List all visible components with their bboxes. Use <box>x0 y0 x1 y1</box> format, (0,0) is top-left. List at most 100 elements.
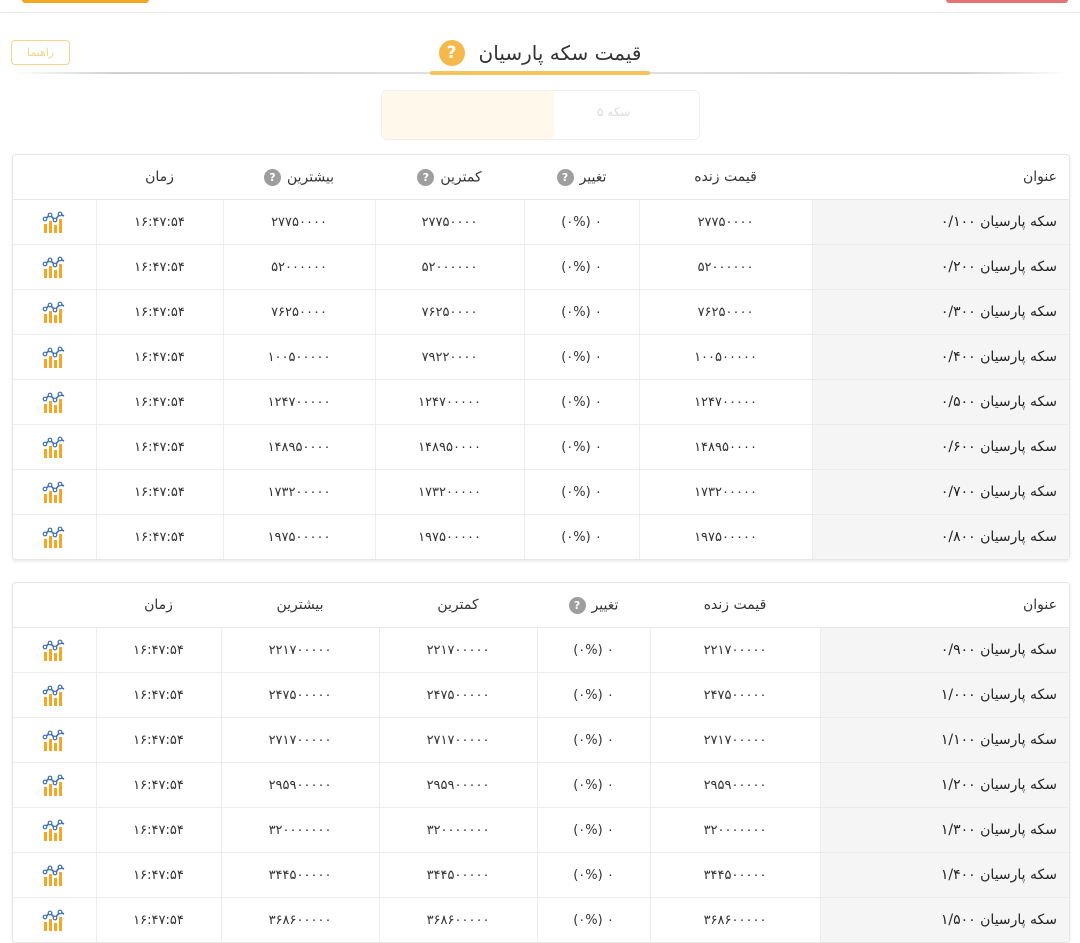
col-header-title: عنوان <box>820 583 1069 628</box>
help-icon[interactable]: ? <box>568 596 586 614</box>
chart-icon[interactable] <box>42 480 66 504</box>
chart-icon[interactable] <box>42 908 66 932</box>
table-row[interactable]: سکه پارسیان ۱/۱۰۰ ۲۷۱۷۰۰۰۰۰ ۰ (۰%) ۲۷۱۷۰۰۰۰… <box>13 717 1069 763</box>
row-time: ۱۶:۴۷:۵۴ <box>95 807 221 853</box>
col-header-max: بیشترین <box>221 583 379 628</box>
chart-icon[interactable] <box>42 728 66 752</box>
col-header-time: زمان <box>96 583 221 628</box>
row-live-price: ۲۹۵۹۰۰۰۰۰ <box>649 762 820 808</box>
chart-icon[interactable] <box>42 683 66 707</box>
row-max: ۲۴۷۵۰۰۰۰۰ <box>220 672 379 718</box>
table-row[interactable]: سکه پارسیان ۱/۴۰۰ ۳۴۴۵۰۰۰۰۰ ۰ (۰%) ۳۴۴۵۰۰۰۰… <box>13 852 1069 898</box>
row-change: ۰ (۰%) <box>536 717 650 763</box>
faded-tab[interactable]: سکه ۵ <box>381 90 700 140</box>
chart-icon[interactable] <box>42 863 66 887</box>
chart-icon[interactable] <box>42 773 66 797</box>
row-time: ۱۶:۴۷:۵۴ <box>95 379 223 425</box>
row-min: ۵۲۰۰۰۰۰۰ <box>374 244 524 290</box>
row-live-price: ۵۲۰۰۰۰۰۰ <box>638 244 812 290</box>
row-max: ۱۹۷۵۰۰۰۰۰ <box>222 514 375 559</box>
row-max: ۲۷۱۷۰۰۰۰۰ <box>220 717 379 763</box>
chart-icon[interactable] <box>42 345 66 369</box>
chart-icon[interactable] <box>42 818 66 842</box>
chart-icon[interactable] <box>42 390 66 414</box>
row-time: ۱۶:۴۷:۵۴ <box>95 199 223 245</box>
row-chart-cell <box>13 334 96 380</box>
row-min: ۲۴۷۵۰۰۰۰۰ <box>378 672 537 718</box>
col-header-chart <box>13 155 96 200</box>
row-time: ۱۶:۴۷:۵۴ <box>95 852 221 898</box>
top-bar <box>0 0 1080 13</box>
chart-icon[interactable] <box>42 525 66 549</box>
chart-icon[interactable] <box>42 435 66 459</box>
row-min: ۲۲۱۷۰۰۰۰۰ <box>378 627 537 673</box>
help-icon[interactable]: ? <box>263 168 281 186</box>
chart-icon[interactable] <box>42 300 66 324</box>
col-header-min: کمترین <box>379 583 537 628</box>
row-max: ۷۶۲۵۰۰۰۰ <box>222 289 375 335</box>
row-time: ۱۶:۴۷:۵۴ <box>95 424 223 470</box>
table-row[interactable]: سکه پارسیان ۱/۳۰۰ ۳۲۰۰۰۰۰۰۰ ۰ (۰%) ۳۲۰۰۰۰۰۰… <box>13 807 1069 853</box>
table-header-row: عنوان قیمت زنده تغییر? کمترین? بیشترین? … <box>13 155 1069 200</box>
row-live-price: ۲۷۷۵۰۰۰۰ <box>638 199 812 245</box>
row-title: سکه پارسیان ۱/۴۰۰ <box>819 852 1069 898</box>
chart-icon[interactable] <box>42 638 66 662</box>
help-icon[interactable]: ? <box>556 168 574 186</box>
help-icon[interactable]: ? <box>438 39 465 66</box>
row-chart-cell <box>13 717 96 763</box>
row-live-price: ۳۴۴۵۰۰۰۰۰ <box>649 852 820 898</box>
table-row[interactable]: سکه پارسیان ۰/۴۰۰ ۱۰۰۵۰۰۰۰۰ ۰ (۰%) ۷۹۲۲۰۰۰۰… <box>13 334 1069 380</box>
row-chart-cell <box>13 244 96 290</box>
row-min: ۱۲۴۷۰۰۰۰۰ <box>374 379 524 425</box>
table-row[interactable]: سکه پارسیان ۱/۲۰۰ ۲۹۵۹۰۰۰۰۰ ۰ (۰%) ۲۹۵۹۰۰۰۰… <box>13 762 1069 808</box>
row-min: ۱۷۳۲۰۰۰۰۰ <box>374 469 524 515</box>
row-change: ۰ (۰%) <box>536 897 650 942</box>
row-max: ۲۹۵۹۰۰۰۰۰ <box>220 762 379 808</box>
col-header-change: تغییر? <box>524 155 639 200</box>
chart-icon[interactable] <box>42 210 66 234</box>
table-row[interactable]: سکه پارسیان ۰/۸۰۰ ۱۹۷۵۰۰۰۰۰ ۰ (۰%) ۱۹۷۵۰۰۰۰… <box>13 514 1069 560</box>
row-live-price: ۱۲۴۷۰۰۰۰۰ <box>638 379 812 425</box>
guide-button[interactable]: راهنما <box>11 40 70 65</box>
table-row[interactable]: سکه پارسیان ۰/۹۰۰ ۲۲۱۷۰۰۰۰۰ ۰ (۰%) ۲۲۱۷۰۰۰۰… <box>13 627 1069 673</box>
row-time: ۱۶:۴۷:۵۴ <box>95 244 223 290</box>
col-header-chart <box>13 583 96 628</box>
row-chart-cell <box>13 424 96 470</box>
help-icon[interactable]: ? <box>417 168 435 186</box>
table-row[interactable]: سکه پارسیان ۰/۷۰۰ ۱۷۳۲۰۰۰۰۰ ۰ (۰%) ۱۷۳۲۰۰۰۰… <box>13 469 1069 515</box>
row-max: ۱۴۸۹۵۰۰۰۰ <box>222 424 375 470</box>
row-time: ۱۶:۴۷:۵۴ <box>95 627 221 673</box>
col-header-min: کمترین? <box>375 155 524 200</box>
row-title: سکه پارسیان ۰/۳۰۰ <box>811 289 1069 335</box>
row-max: ۳۶۸۶۰۰۰۰۰ <box>220 897 379 942</box>
row-live-price: ۲۴۷۵۰۰۰۰۰ <box>649 672 820 718</box>
row-chart-cell <box>13 627 96 673</box>
col-header-title: عنوان <box>812 155 1069 200</box>
top-left-button[interactable] <box>22 0 149 3</box>
table-row[interactable]: سکه پارسیان ۰/۲۰۰ ۵۲۰۰۰۰۰۰ ۰ (۰%) ۵۲۰۰۰۰۰۰ ۵… <box>13 244 1069 290</box>
row-time: ۱۶:۴۷:۵۴ <box>95 469 223 515</box>
row-title: سکه پارسیان ۰/۵۰۰ <box>811 379 1069 425</box>
row-live-price: ۳۶۸۶۰۰۰۰۰ <box>649 897 820 942</box>
table-row[interactable]: سکه پارسیان ۰/۱۰۰ ۲۷۷۵۰۰۰۰ ۰ (۰%) ۲۷۷۵۰۰۰۰ ۲… <box>13 199 1069 245</box>
table-row[interactable]: سکه پارسیان ۰/۳۰۰ ۷۶۲۵۰۰۰۰ ۰ (۰%) ۷۶۲۵۰۰۰۰ ۷… <box>13 289 1069 335</box>
row-change: ۰ (۰%) <box>536 807 650 853</box>
top-right-button[interactable] <box>946 0 1068 3</box>
row-change: ۰ (۰%) <box>536 762 650 808</box>
row-max: ۱۲۴۷۰۰۰۰۰ <box>222 379 375 425</box>
row-change: ۰ (۰%) <box>523 424 639 470</box>
faded-tab-label: سکه ۵ <box>597 105 631 119</box>
table-row[interactable]: سکه پارسیان ۱/۵۰۰ ۳۶۸۶۰۰۰۰۰ ۰ (۰%) ۳۶۸۶۰۰۰۰… <box>13 897 1069 943</box>
table-row[interactable]: سکه پارسیان ۰/۶۰۰ ۱۴۸۹۵۰۰۰۰ ۰ (۰%) ۱۴۸۹۵۰۰۰… <box>13 424 1069 470</box>
table-row[interactable]: سکه پارسیان ۰/۵۰۰ ۱۲۴۷۰۰۰۰۰ ۰ (۰%) ۱۲۴۷۰۰۰۰… <box>13 379 1069 425</box>
row-chart-cell <box>13 898 96 943</box>
table-row[interactable]: سکه پارسیان ۱/۰۰۰ ۲۴۷۵۰۰۰۰۰ ۰ (۰%) ۲۴۷۵۰۰۰۰… <box>13 672 1069 718</box>
col-header-time: زمان <box>96 155 223 200</box>
row-chart-cell <box>13 807 96 853</box>
chart-icon[interactable] <box>42 255 66 279</box>
row-change: ۰ (۰%) <box>523 469 639 515</box>
col-header-change: تغییر? <box>537 583 650 628</box>
row-time: ۱۶:۴۷:۵۴ <box>95 717 221 763</box>
row-title: سکه پارسیان ۰/۶۰۰ <box>811 424 1069 470</box>
row-chart-cell <box>13 515 96 560</box>
